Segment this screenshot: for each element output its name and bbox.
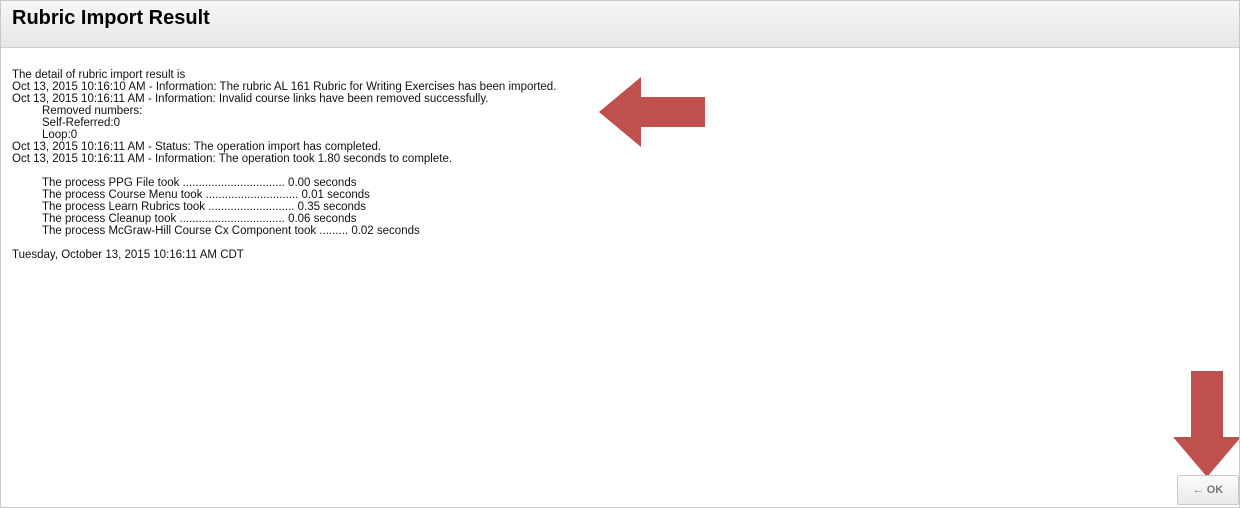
status-line: Oct 13, 2015 10:16:11 AM - Information: … [12,153,453,165]
status-line: Oct 13, 2015 10:16:11 AM - Status: The o… [12,141,382,153]
process-timing-line: The process Course Menu took ...........… [42,189,370,201]
self-referred-count: Self-Referred:0 [42,117,120,129]
process-timing-line: The process McGraw-Hill Course Cx Compon… [42,225,420,237]
dialog-header: Rubric Import Result [1,1,1239,48]
down-pointing-annotation-arrow [1173,371,1239,477]
dialog-window: Rubric Import Result The detail of rubri… [0,0,1240,508]
ok-button-label: OK [1206,484,1224,496]
left-pointing-annotation-arrow [599,77,705,147]
import-result-details: The detail of rubric import result is Oc… [12,69,556,261]
loop-count: Loop:0 [42,129,78,141]
removed-numbers-label: Removed numbers: [42,105,143,117]
process-timing-line: The process Learn Rubrics took .........… [42,201,367,213]
log-line: Oct 13, 2015 10:16:10 AM - Information: … [12,81,557,93]
page-title: Rubric Import Result [12,7,210,29]
log-line: Oct 13, 2015 10:16:11 AM - Information: … [12,93,489,105]
ok-button[interactable]: ← OK [1177,475,1239,505]
completion-timestamp: Tuesday, October 13, 2015 10:16:11 AM CD… [12,249,244,261]
process-timing-line: The process PPG File took ..............… [42,177,357,189]
intro-text: The detail of rubric import result is [12,69,186,81]
left-arrow-icon: ← [1192,484,1204,496]
process-timing-line: The process Cleanup took ...............… [42,213,357,225]
